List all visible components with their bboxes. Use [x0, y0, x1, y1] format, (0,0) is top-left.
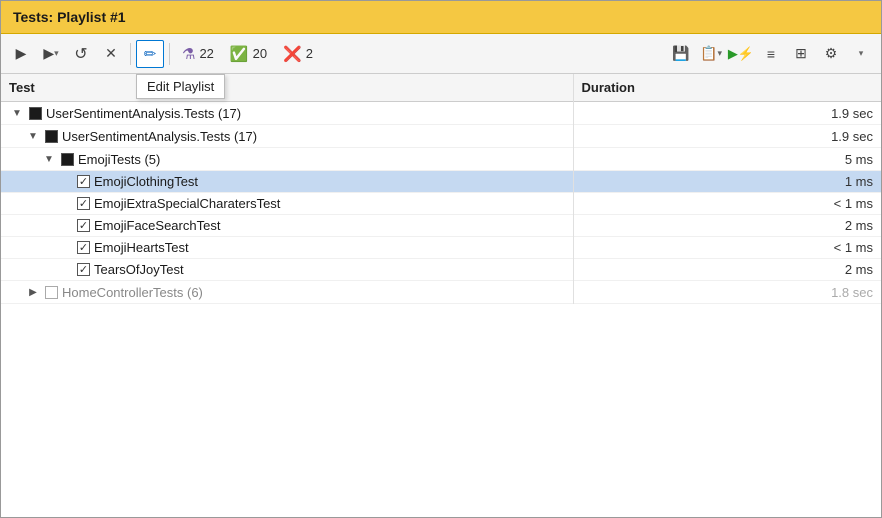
- toolbar-right: 💾 📋 ▾ ▶⚡ ≡ ⊞ ⚙ ▾: [667, 40, 875, 68]
- expand-button[interactable]: ▼: [25, 128, 41, 144]
- cancel-button[interactable]: ✕: [97, 40, 125, 68]
- row-label: UserSentimentAnalysis.Tests (17): [62, 129, 257, 144]
- duration-cell: 2 ms: [573, 215, 881, 237]
- window-title: Tests: Playlist #1: [13, 9, 126, 25]
- checkbox-filled[interactable]: [29, 107, 42, 120]
- check-circle-icon: ✅: [230, 45, 249, 63]
- duration-cell: 5 ms: [573, 148, 881, 171]
- run-icon: ▶⚡: [728, 46, 754, 62]
- duration-cell: 1.8 sec: [573, 281, 881, 304]
- refresh-icon: ↺: [74, 44, 87, 64]
- error-count: 2: [306, 46, 313, 61]
- checkbox-filled[interactable]: [45, 130, 58, 143]
- title-bar: Tests: Playlist #1: [1, 1, 881, 34]
- check-count-button[interactable]: ✅ 20: [223, 40, 274, 68]
- copy-icon: 📋: [700, 45, 717, 62]
- checkbox-checked[interactable]: ✓: [77, 175, 90, 188]
- settings-icon: ⚙: [825, 45, 838, 62]
- cancel-icon: ✕: [105, 45, 117, 62]
- play-dropdown-arrow: ▾: [54, 48, 59, 59]
- play-next-icon: ▶: [43, 45, 54, 62]
- play-icon: ▶: [16, 45, 27, 62]
- save-icon: 💾: [672, 45, 689, 62]
- flask-count-button[interactable]: ⚗ 22: [175, 40, 221, 68]
- expand-button[interactable]: ▼: [9, 105, 25, 121]
- table-row[interactable]: ▼ UserSentimentAnalysis.Tests (17) 1.9 sec: [1, 125, 881, 148]
- row-label: EmojiExtraSpecialCharatersTest: [94, 196, 280, 211]
- save-button[interactable]: 💾: [667, 40, 695, 68]
- play-next-button[interactable]: ▶ ▾: [37, 40, 65, 68]
- checkbox-empty[interactable]: [45, 286, 58, 299]
- playlist-icon: ≡: [767, 46, 775, 62]
- split-icon: ⊞: [795, 45, 807, 62]
- pencil-icon: ✏: [144, 45, 157, 63]
- edit-playlist-tooltip: Edit Playlist: [136, 74, 225, 99]
- expand-button[interactable]: ▼: [41, 151, 57, 167]
- checkbox-checked[interactable]: ✓: [77, 197, 90, 210]
- run-button[interactable]: ▶⚡: [727, 40, 755, 68]
- row-label: EmojiTests (5): [78, 152, 160, 167]
- test-table: Test Duration ▼ UserSentimentAnalysis.Tes…: [1, 74, 881, 304]
- settings-button[interactable]: ⚙: [817, 40, 845, 68]
- checkbox-checked[interactable]: ✓: [77, 241, 90, 254]
- error-circle-icon: ❌: [283, 45, 302, 63]
- separator-2: [169, 43, 170, 65]
- table-row[interactable]: ▼ UserSentimentAnalysis.Tests (17) 1.9 sec: [1, 102, 881, 125]
- settings-dropdown-button[interactable]: ▾: [847, 40, 875, 68]
- main-window: Tests: Playlist #1 ▶ ▶ ▾ ↺ ✕ ✏ Edit Play…: [0, 0, 882, 518]
- table-row[interactable]: ✓ EmojiClothingTest 1 ms: [1, 171, 881, 193]
- row-label: TearsOfJoyTest: [94, 262, 184, 277]
- settings-dropdown-arrow: ▾: [859, 48, 864, 59]
- test-tree-area: Test Duration ▼ UserSentimentAnalysis.Tes…: [1, 74, 881, 517]
- table-row[interactable]: ✓ TearsOfJoyTest 2 ms: [1, 259, 881, 281]
- copy-button[interactable]: 📋 ▾: [697, 40, 725, 68]
- flask-count: 22: [199, 46, 213, 61]
- separator-1: [130, 43, 131, 65]
- copy-dropdown-arrow: ▾: [717, 48, 722, 59]
- play-button[interactable]: ▶: [7, 40, 35, 68]
- column-header-test: Test: [1, 74, 573, 102]
- toolbar: ▶ ▶ ▾ ↺ ✕ ✏ Edit Playlist ⚗ 22 ✅: [1, 34, 881, 74]
- column-header-duration: Duration: [573, 74, 881, 102]
- duration-cell: 1 ms: [573, 171, 881, 193]
- table-header-row: Test Duration: [1, 74, 881, 102]
- table-row[interactable]: ✓ EmojiHeartsTest < 1 ms: [1, 237, 881, 259]
- duration-cell: 2 ms: [573, 259, 881, 281]
- checkbox-checked[interactable]: ✓: [77, 263, 90, 276]
- duration-cell: 1.9 sec: [573, 102, 881, 125]
- table-row[interactable]: ▼ EmojiTests (5) 5 ms: [1, 148, 881, 171]
- duration-cell: < 1 ms: [573, 237, 881, 259]
- row-label: EmojiFaceSearchTest: [94, 218, 220, 233]
- checkbox-checked[interactable]: ✓: [77, 219, 90, 232]
- flask-icon: ⚗: [182, 45, 195, 63]
- row-label: UserSentimentAnalysis.Tests (17): [46, 106, 241, 121]
- row-label: EmojiClothingTest: [94, 174, 198, 189]
- duration-cell: < 1 ms: [573, 193, 881, 215]
- refresh-button[interactable]: ↺: [67, 40, 95, 68]
- checkbox-filled[interactable]: [61, 153, 74, 166]
- table-row[interactable]: ✓ EmojiFaceSearchTest 2 ms: [1, 215, 881, 237]
- split-button[interactable]: ⊞: [787, 40, 815, 68]
- check-count: 20: [253, 46, 267, 61]
- playlist-button[interactable]: ≡: [757, 40, 785, 68]
- row-label: HomeControllerTests (6): [62, 285, 203, 300]
- edit-playlist-button[interactable]: ✏: [136, 40, 164, 68]
- row-label: EmojiHeartsTest: [94, 240, 189, 255]
- table-row[interactable]: ▶ HomeControllerTests (6) 1.8 sec: [1, 281, 881, 304]
- duration-cell: 1.9 sec: [573, 125, 881, 148]
- expand-button[interactable]: ▶: [25, 284, 41, 300]
- table-row[interactable]: ✓ EmojiExtraSpecialCharatersTest < 1 ms: [1, 193, 881, 215]
- error-count-button[interactable]: ❌ 2: [276, 40, 320, 68]
